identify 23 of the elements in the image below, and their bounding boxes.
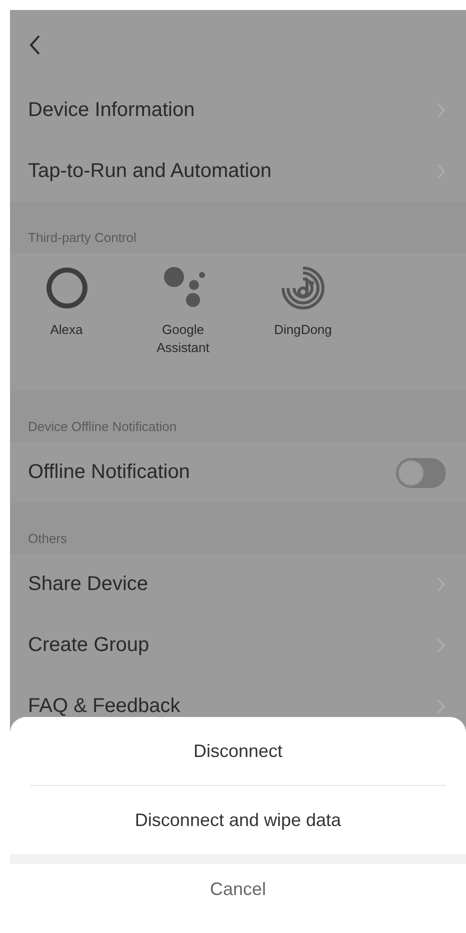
toggle-switch[interactable] <box>396 458 446 488</box>
action-button[interactable]: Disconnect <box>10 717 466 785</box>
menu-row[interactable]: Create Group <box>10 615 466 676</box>
menu-row[interactable]: Tap-to-Run and Automation <box>10 141 466 202</box>
ring-icon <box>44 265 90 311</box>
action-button[interactable]: Disconnect and wipe data <box>10 786 466 854</box>
service-label[interactable]: DingDong <box>274 321 332 339</box>
back-icon[interactable] <box>28 34 42 56</box>
section-header: Others <box>10 503 466 554</box>
cancel-button[interactable]: Cancel <box>10 864 466 933</box>
section-header: Third-party Control <box>10 202 466 253</box>
menu-row[interactable]: Device Information <box>10 80 466 141</box>
service-label[interactable]: Alexa <box>50 321 83 339</box>
setting-label: Offline Notification <box>28 461 190 484</box>
service-label[interactable]: Google Assistant <box>156 321 210 357</box>
music-note-icon <box>280 265 326 311</box>
menu-row[interactable]: Share Device <box>10 554 466 615</box>
menu-label: Device Information <box>28 99 195 122</box>
menu-label: Create Group <box>28 634 150 657</box>
menu-label: Share Device <box>28 573 148 596</box>
section-header: Device Offline Notification <box>10 391 466 442</box>
menu-label: Tap-to-Run and Automation <box>28 160 272 183</box>
menu-label: FAQ & Feedback <box>28 695 180 718</box>
